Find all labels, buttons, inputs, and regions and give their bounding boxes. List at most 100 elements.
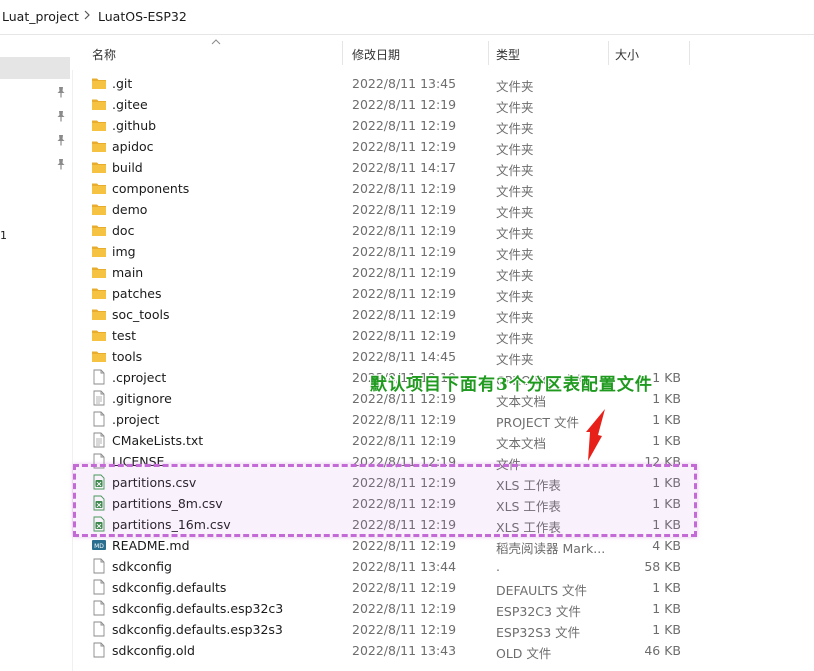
file-type: 文件夹 <box>496 184 534 199</box>
blank-file-icon <box>91 558 107 574</box>
file-row[interactable]: sdkconfig.old 2022/8/11 13:43 OLD 文件 46 KB <box>72 640 814 661</box>
file-name: apidoc <box>112 139 154 154</box>
file-type: 文件夹 <box>496 163 534 178</box>
file-date: 2022/8/11 12:19 <box>352 202 457 217</box>
file-type: 文本文档 <box>496 436 547 451</box>
file-name: .git <box>112 76 133 91</box>
column-type-header[interactable]: 类型 <box>496 46 520 63</box>
column-divider[interactable] <box>689 41 690 65</box>
text-file-icon <box>91 390 107 406</box>
sort-ascending-icon <box>211 39 221 45</box>
file-row[interactable]: patches 2022/8/11 12:19 文件夹 <box>72 283 814 304</box>
file-name: sdkconfig.old <box>112 643 195 658</box>
file-date: 2022/8/11 12:19 <box>352 622 457 637</box>
breadcrumb-current[interactable]: LuatOS-ESP32 <box>98 9 187 24</box>
file-size: 1 KB <box>652 433 681 448</box>
file-row[interactable]: sdkconfig.defaults.esp32s3 2022/8/11 12:1… <box>72 619 814 640</box>
file-name: .gitee <box>112 97 148 112</box>
file-type: 文件夹 <box>496 79 534 94</box>
folder-icon <box>91 75 107 91</box>
svg-text:MD: MD <box>94 543 104 550</box>
file-date: 2022/8/11 12:19 <box>352 97 457 112</box>
file-type: 稻壳阅读器 Mark... <box>496 541 606 556</box>
file-type: PROJECT 文件 <box>496 415 579 430</box>
file-size: 46 KB <box>644 643 681 658</box>
file-row[interactable]: demo 2022/8/11 12:19 文件夹 <box>72 199 814 220</box>
file-type: 文件夹 <box>496 289 534 304</box>
file-row[interactable]: MD README.md 2022/8/11 12:19 稻壳阅读器 Mark... 4… <box>72 535 814 556</box>
file-name: tools <box>112 349 143 364</box>
file-type: DEFAULTS 文件 <box>496 583 588 598</box>
blank-file-icon <box>91 621 107 637</box>
file-size: 1 KB <box>652 622 681 637</box>
file-date: 2022/8/11 12:19 <box>352 433 457 448</box>
file-type: 文件夹 <box>496 121 534 136</box>
file-name: test <box>112 328 137 343</box>
column-date-header[interactable]: 修改日期 <box>352 46 400 63</box>
file-row[interactable]: img 2022/8/11 12:19 文件夹 <box>72 241 814 262</box>
file-date: 2022/8/11 14:17 <box>352 160 457 175</box>
file-row[interactable]: .gitee 2022/8/11 12:19 文件夹 <box>72 94 814 115</box>
column-name-header[interactable]: 名称 <box>92 46 116 63</box>
file-row[interactable]: .git 2022/8/11 13:45 文件夹 <box>72 73 814 94</box>
file-row[interactable]: tools 2022/8/11 14:45 文件夹 <box>72 346 814 367</box>
file-date: 2022/8/11 13:45 <box>352 76 457 91</box>
file-name: soc_tools <box>112 307 170 322</box>
file-row[interactable]: soc_tools 2022/8/11 12:19 文件夹 <box>72 304 814 325</box>
file-size: 4 KB <box>652 538 681 553</box>
folder-icon <box>91 159 107 175</box>
breadcrumb-parent[interactable]: Luat_project <box>2 9 79 24</box>
blank-file-icon <box>91 600 107 616</box>
folder-icon <box>91 306 107 322</box>
file-row[interactable]: sdkconfig.defaults.esp32c3 2022/8/11 12:1… <box>72 598 814 619</box>
file-row[interactable]: main 2022/8/11 12:19 文件夹 <box>72 262 814 283</box>
file-row[interactable]: sdkconfig 2022/8/11 13:44. 58 KB <box>72 556 814 577</box>
file-date: 2022/8/11 12:19 <box>352 601 457 616</box>
file-list: .git 2022/8/11 13:45 文件夹 .gitee 2022/8/11 12… <box>72 73 814 661</box>
column-size-header[interactable]: 大小 <box>615 46 639 63</box>
file-size: 1 KB <box>652 412 681 427</box>
folder-icon <box>91 348 107 364</box>
file-row[interactable]: CMakeLists.txt 2022/8/11 12:19 文本文档 1 KB <box>72 430 814 451</box>
navigation-pane[interactable]: 1 <box>0 35 73 671</box>
file-row[interactable]: apidoc 2022/8/11 12:19 文件夹 <box>72 136 814 157</box>
folder-icon <box>91 285 107 301</box>
column-divider[interactable] <box>488 41 489 65</box>
file-name: .project <box>112 412 160 427</box>
nav-item-fragment[interactable]: 1 <box>0 229 7 242</box>
address-bar[interactable]: Luat_project LuatOS-ESP32 <box>0 0 814 35</box>
file-name: sdkconfig.defaults.esp32s3 <box>112 622 283 637</box>
file-date: 2022/8/11 12:19 <box>352 412 457 427</box>
file-type: 文件夹 <box>496 205 534 220</box>
file-date: 2022/8/11 12:19 <box>352 118 457 133</box>
file-row[interactable]: components 2022/8/11 12:19 文件夹 <box>72 178 814 199</box>
pin-icon[interactable] <box>56 110 66 122</box>
file-date: 2022/8/11 12:19 <box>352 538 457 553</box>
file-date: 2022/8/11 12:19 <box>352 580 457 595</box>
file-date: 2022/8/11 12:19 <box>352 265 457 280</box>
annotation-text: 默认项目下面有3个分区表配置文件 <box>370 375 653 395</box>
file-type: . <box>496 559 500 574</box>
pin-icon[interactable] <box>56 134 66 146</box>
file-row[interactable]: test 2022/8/11 12:19 文件夹 <box>72 325 814 346</box>
file-type: ESP32C3 文件 <box>496 604 581 619</box>
file-date: 2022/8/11 12:19 <box>352 328 457 343</box>
file-date: 2022/8/11 13:44 <box>352 559 457 574</box>
file-row[interactable]: .project 2022/8/11 12:19 PROJECT 文件 1 KB <box>72 409 814 430</box>
file-row[interactable]: .github 2022/8/11 12:19 文件夹 <box>72 115 814 136</box>
file-date: 2022/8/11 12:19 <box>352 223 457 238</box>
column-divider[interactable] <box>608 41 609 65</box>
file-date: 2022/8/11 13:43 <box>352 643 457 658</box>
nav-selected-item[interactable] <box>0 57 70 79</box>
column-divider[interactable] <box>342 41 343 65</box>
file-name: sdkconfig.defaults.esp32c3 <box>112 601 284 616</box>
file-row[interactable]: build 2022/8/11 14:17 文件夹 <box>72 157 814 178</box>
file-row[interactable]: sdkconfig.defaults 2022/8/11 12:19 DEFAULT… <box>72 577 814 598</box>
folder-icon <box>91 201 107 217</box>
pin-icon[interactable] <box>56 158 66 170</box>
file-type: 文件夹 <box>496 247 534 262</box>
text-file-icon <box>91 432 107 448</box>
folder-icon <box>91 222 107 238</box>
file-row[interactable]: doc 2022/8/11 12:19 文件夹 <box>72 220 814 241</box>
pin-icon[interactable] <box>56 86 66 98</box>
